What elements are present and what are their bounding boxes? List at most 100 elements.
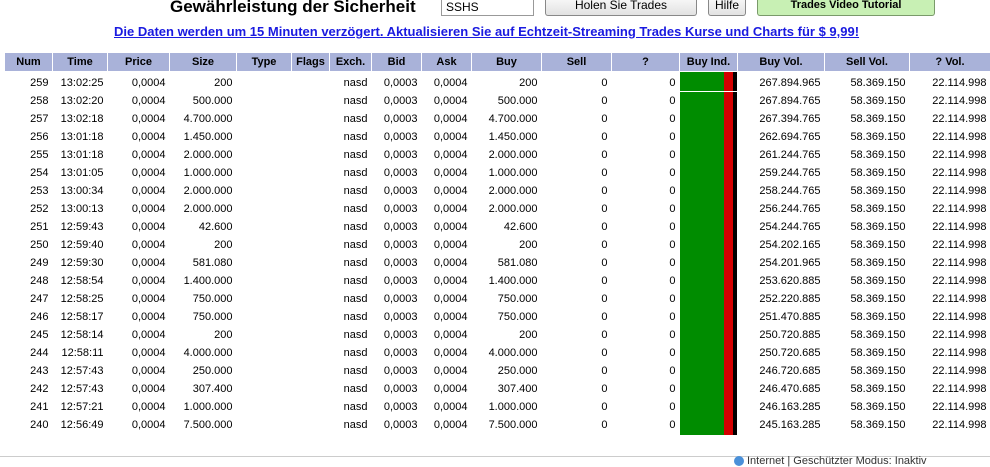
column-header[interactable]: Size — [170, 53, 237, 72]
cell-q: 0 — [612, 272, 680, 290]
table-row[interactable]: 25313:00:340,00042.000.000nasd0,00030,00… — [5, 182, 990, 200]
table-row[interactable]: 25813:02:200,0004500.000nasd0,00030,0004… — [5, 92, 990, 110]
column-header[interactable]: Type — [237, 53, 292, 72]
column-header[interactable]: Ask — [422, 53, 472, 72]
cell-q: 0 — [612, 308, 680, 326]
cell-sell: 0 — [542, 110, 612, 128]
cell-num: 252 — [5, 200, 53, 218]
get-trades-button[interactable]: Holen Sie Trades — [545, 0, 697, 16]
buy-indicator-bar — [680, 110, 725, 129]
table-row[interactable]: 24312:57:430,0004250.000nasd0,00030,0004… — [5, 362, 990, 380]
table-row[interactable]: 24512:58:140,0004200nasd0,00030,00042000… — [5, 326, 990, 344]
cell-flags — [292, 92, 330, 110]
buy-indicator-cell — [680, 164, 738, 182]
column-header[interactable]: Bid — [372, 53, 422, 72]
cell-buy: 500.000 — [472, 92, 542, 110]
column-header[interactable]: Price — [108, 53, 170, 72]
sell-indicator-bar — [724, 182, 733, 201]
cell-type — [237, 182, 292, 200]
column-header[interactable]: Time — [53, 53, 108, 72]
column-header[interactable]: Exch. — [330, 53, 372, 72]
column-header[interactable]: Buy — [472, 53, 542, 72]
cell-q: 0 — [612, 290, 680, 308]
table-row[interactable]: 24912:59:300,0004581.080nasd0,00030,0004… — [5, 254, 990, 272]
table-row[interactable]: 24212:57:430,0004307.400nasd0,00030,0004… — [5, 380, 990, 398]
unknown-indicator-bar — [733, 128, 738, 147]
cell-time: 13:00:13 — [53, 200, 108, 218]
cell-ask: 0,0004 — [422, 326, 472, 344]
column-header[interactable]: ? Vol. — [910, 53, 990, 72]
cell-qvol: 22.114.998 — [910, 164, 990, 182]
buy-indicator-cell — [680, 200, 738, 218]
table-row[interactable]: 25513:01:180,00042.000.000nasd0,00030,00… — [5, 146, 990, 164]
cell-num: 249 — [5, 254, 53, 272]
unknown-indicator-bar — [733, 236, 738, 255]
table-row[interactable]: 25713:02:180,00044.700.000nasd0,00030,00… — [5, 110, 990, 128]
column-header[interactable]: Sell Vol. — [825, 53, 910, 72]
buy-indicator-cell — [680, 344, 738, 362]
column-header[interactable]: Sell — [542, 53, 612, 72]
cell-bid: 0,0003 — [372, 218, 422, 236]
sell-indicator-bar — [724, 416, 733, 435]
cell-sellvol: 58.369.150 — [825, 72, 910, 93]
realtime-upgrade-link[interactable]: Die Daten werden um 15 Minuten verzögert… — [114, 24, 859, 39]
cell-sellvol: 58.369.150 — [825, 290, 910, 308]
table-row[interactable]: 25112:59:430,000442.600nasd0,00030,00044… — [5, 218, 990, 236]
table-row[interactable]: 24412:58:110,00044.000.000nasd0,00030,00… — [5, 344, 990, 362]
column-header[interactable]: Flags — [292, 53, 330, 72]
sell-indicator-bar — [724, 110, 733, 129]
table-row[interactable]: 25913:02:250,0004200nasd0,00030,00042000… — [5, 72, 990, 93]
cell-qvol: 22.114.998 — [910, 308, 990, 326]
help-button[interactable]: Hilfe — [708, 0, 746, 16]
cell-sell: 0 — [542, 92, 612, 110]
sell-indicator-bar — [724, 362, 733, 381]
unknown-indicator-bar — [733, 398, 738, 417]
table-row[interactable]: 25613:01:180,00041.450.000nasd0,00030,00… — [5, 128, 990, 146]
cell-bid: 0,0003 — [372, 146, 422, 164]
cell-size: 200 — [170, 72, 237, 93]
cell-q: 0 — [612, 344, 680, 362]
cell-sellvol: 58.369.150 — [825, 128, 910, 146]
table-row[interactable]: 25413:01:050,00041.000.000nasd0,00030,00… — [5, 164, 990, 182]
video-tutorial-button[interactable]: Trades Video Tutorial — [757, 0, 935, 16]
column-header[interactable]: Num — [5, 53, 53, 72]
column-header[interactable]: Buy Ind. — [680, 53, 738, 72]
unknown-indicator-bar — [733, 164, 738, 183]
cell-sellvol: 58.369.150 — [825, 146, 910, 164]
cell-ask: 0,0004 — [422, 182, 472, 200]
cell-price: 0,0004 — [108, 236, 170, 254]
cell-type — [237, 344, 292, 362]
cell-num: 242 — [5, 380, 53, 398]
sell-indicator-bar — [724, 398, 733, 417]
cell-ask: 0,0004 — [422, 72, 472, 93]
cell-buy: 581.080 — [472, 254, 542, 272]
cell-buy: 750.000 — [472, 290, 542, 308]
table-row[interactable]: 24712:58:250,0004750.000nasd0,00030,0004… — [5, 290, 990, 308]
cell-q: 0 — [612, 200, 680, 218]
column-header[interactable]: ? — [612, 53, 680, 72]
unknown-indicator-bar — [733, 182, 738, 201]
column-header[interactable]: Buy Vol. — [738, 53, 825, 72]
cell-size: 750.000 — [170, 308, 237, 326]
table-row[interactable]: 25012:59:400,0004200nasd0,00030,00042000… — [5, 236, 990, 254]
cell-q: 0 — [612, 110, 680, 128]
cell-exch: nasd — [330, 416, 372, 434]
cell-ask: 0,0004 — [422, 380, 472, 398]
header-bar: Gewährleistung der Sicherheit Holen Sie … — [0, 0, 990, 18]
symbol-input[interactable] — [441, 0, 534, 16]
table-row[interactable]: 24112:57:210,00041.000.000nasd0,00030,00… — [5, 398, 990, 416]
table-row[interactable]: 24012:56:490,00047.500.000nasd0,00030,00… — [5, 416, 990, 434]
table-row[interactable]: 24812:58:540,00041.400.000nasd0,00030,00… — [5, 272, 990, 290]
cell-num: 255 — [5, 146, 53, 164]
cell-bid: 0,0003 — [372, 200, 422, 218]
cell-sellvol: 58.369.150 — [825, 92, 910, 110]
sell-indicator-bar — [724, 272, 733, 291]
cell-flags — [292, 218, 330, 236]
table-row[interactable]: 24612:58:170,0004750.000nasd0,00030,0004… — [5, 308, 990, 326]
buy-indicator-bar — [680, 164, 725, 183]
table-row[interactable]: 25213:00:130,00042.000.000nasd0,00030,00… — [5, 200, 990, 218]
cell-q: 0 — [612, 326, 680, 344]
cell-price: 0,0004 — [108, 146, 170, 164]
cell-type — [237, 110, 292, 128]
cell-type — [237, 146, 292, 164]
